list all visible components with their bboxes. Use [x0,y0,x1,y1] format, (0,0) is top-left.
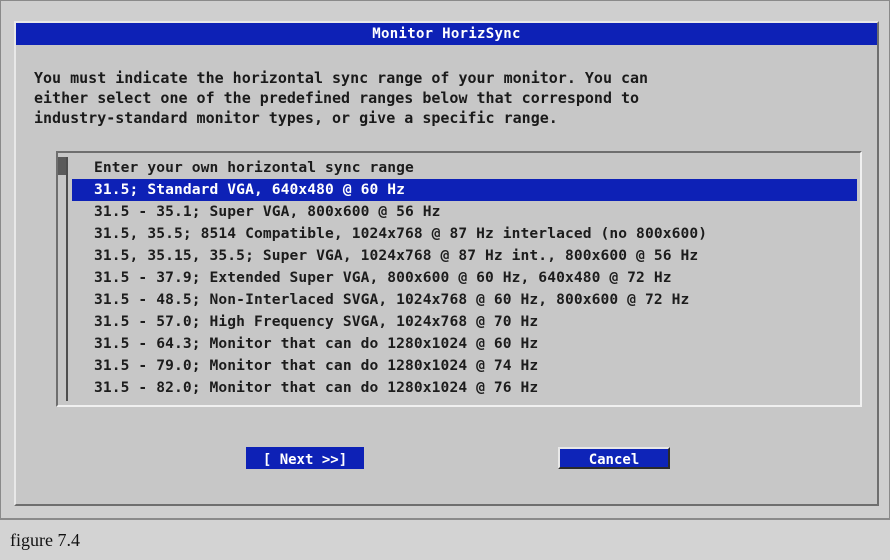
list-item[interactable]: 31.5 - 79.0; Monitor that can do 1280x10… [72,355,857,377]
list-item[interactable]: 31.5 - 35.1; Super VGA, 800x600 @ 56 Hz [72,201,857,223]
cancel-button[interactable]: Cancel [558,447,670,469]
list-item[interactable]: 31.5 - 37.9; Extended Super VGA, 800x600… [72,267,857,289]
next-button[interactable]: [ Next >>] [246,447,364,469]
list-item[interactable]: 31.5 - 57.0; High Frequency SVGA, 1024x7… [72,311,857,333]
scrollbar-thumb[interactable] [58,157,66,175]
list-item[interactable]: 31.5 - 64.3; Monitor that can do 1280x10… [72,333,857,355]
dialog-title: Monitor HorizSync [16,23,877,45]
list-item[interactable]: 31.5 - 82.0; Monitor that can do 1280x10… [72,377,857,399]
sync-range-list[interactable]: Enter your own horizontal sync range 31.… [56,151,862,407]
dialog-description: You must indicate the horizontal sync ra… [34,69,649,127]
list-item[interactable]: 31.5, 35.5; 8514 Compatible, 1024x768 @ … [72,223,857,245]
list-item[interactable]: 31.5 - 48.5; Non-Interlaced SVGA, 1024x7… [72,289,857,311]
figure-frame: Monitor HorizSync You must indicate the … [0,0,890,519]
list-items: Enter your own horizontal sync range 31.… [72,157,857,399]
list-item-selected[interactable]: 31.5; Standard VGA, 640x480 @ 60 Hz [72,179,857,201]
figure-caption: figure 7.4 [0,519,890,560]
list-item[interactable]: 31.5, 35.15, 35.5; Super VGA, 1024x768 @… [72,245,857,267]
list-scrollbar[interactable] [58,157,68,401]
list-item-custom-range[interactable]: Enter your own horizontal sync range [72,157,857,179]
horizsync-dialog: Monitor HorizSync You must indicate the … [14,21,879,506]
